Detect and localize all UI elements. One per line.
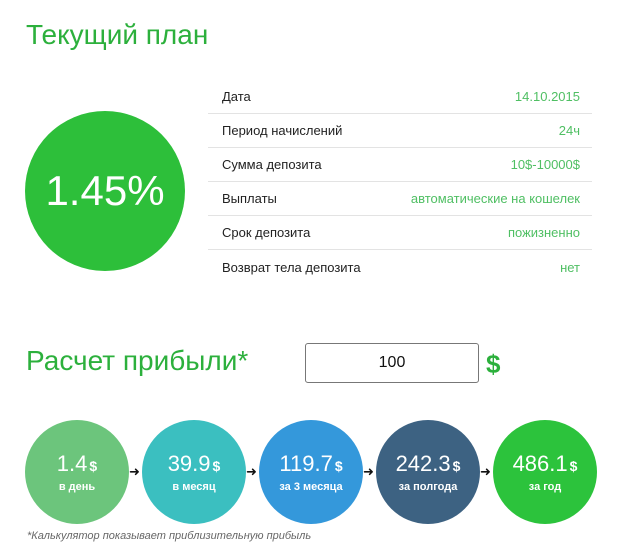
deposit-amount-input[interactable] bbox=[305, 343, 479, 383]
calculator-footnote: *Калькулятор показывает приблизительную … bbox=[27, 530, 312, 542]
profit-amount: 119.7 bbox=[279, 451, 333, 476]
arrow-right-icon: ➜ bbox=[246, 464, 257, 479]
arrow-right-icon: ➜ bbox=[480, 464, 491, 479]
detail-row-deposit-term: Срок депозита пожизненно bbox=[208, 216, 592, 250]
profit-amount: 39.9 bbox=[167, 451, 211, 476]
detail-value: пожизненно bbox=[507, 225, 580, 240]
dollar-icon: $ bbox=[89, 458, 98, 474]
profit-amount: 242.3 bbox=[395, 451, 451, 476]
detail-value: автоматические на кошелек bbox=[410, 191, 580, 206]
detail-value: нет bbox=[560, 259, 580, 275]
detail-label: Сумма депозита bbox=[222, 157, 322, 172]
detail-value: 10$-10000$ bbox=[510, 157, 580, 172]
profit-per-half-year: 242.3 $ за полгода bbox=[376, 420, 480, 524]
profit-amount: 486.1 bbox=[512, 451, 568, 476]
dollar-icon: $ bbox=[212, 458, 221, 474]
detail-label: Дата bbox=[222, 89, 251, 104]
detail-value: 24ч bbox=[558, 123, 580, 138]
detail-label: Период начислений bbox=[222, 123, 343, 138]
profit-period: в месяц bbox=[172, 481, 216, 493]
rate-value: 1.45% bbox=[45, 167, 165, 214]
profit-per-year: 486.1 $ за год bbox=[493, 420, 597, 524]
current-plan-title: Текущий план bbox=[26, 19, 209, 50]
detail-value: 14.10.2015 bbox=[514, 89, 580, 104]
detail-label: Возврат тела депозита bbox=[222, 259, 361, 275]
profit-results: 1.4 $ в день ➜ 39.9 $ в месяц ➜ 119.7 $ за … bbox=[25, 420, 615, 525]
rate-circle: 1.45% bbox=[25, 111, 185, 271]
detail-row-deposit-amount: Сумма депозита 10$-10000$ bbox=[208, 148, 592, 182]
detail-row-principal-return: Возврат тела депозита нет bbox=[208, 250, 592, 284]
profit-period: в день bbox=[58, 481, 96, 493]
detail-label: Выплаты bbox=[222, 191, 277, 206]
profit-amount: 1.4 bbox=[56, 451, 88, 476]
dollar-icon: $ bbox=[486, 349, 501, 379]
plan-details-table: Дата 14.10.2015 Период начислений 24ч Су… bbox=[208, 80, 592, 284]
dollar-icon: $ bbox=[334, 458, 343, 474]
detail-row-payouts: Выплаты автоматические на кошелек bbox=[208, 182, 592, 216]
profit-per-day: 1.4 $ в день bbox=[25, 420, 129, 524]
profit-per-3-months: 119.7 $ за 3 месяца bbox=[259, 420, 363, 524]
profit-calculator-title: Расчет прибыли* bbox=[26, 345, 249, 376]
profit-per-month: 39.9 $ в месяц bbox=[142, 420, 246, 524]
profit-period: за полгода bbox=[398, 481, 458, 493]
dollar-icon: $ bbox=[569, 458, 578, 474]
dollar-icon: $ bbox=[452, 458, 461, 474]
arrow-right-icon: ➜ bbox=[363, 464, 374, 479]
detail-row-date: Дата 14.10.2015 bbox=[208, 80, 592, 114]
profit-period: за 3 месяца bbox=[279, 481, 343, 493]
detail-label: Срок депозита bbox=[222, 225, 311, 240]
arrow-right-icon: ➜ bbox=[129, 464, 140, 479]
profit-period: за год bbox=[528, 481, 562, 493]
detail-row-accrual-period: Период начислений 24ч bbox=[208, 114, 592, 148]
